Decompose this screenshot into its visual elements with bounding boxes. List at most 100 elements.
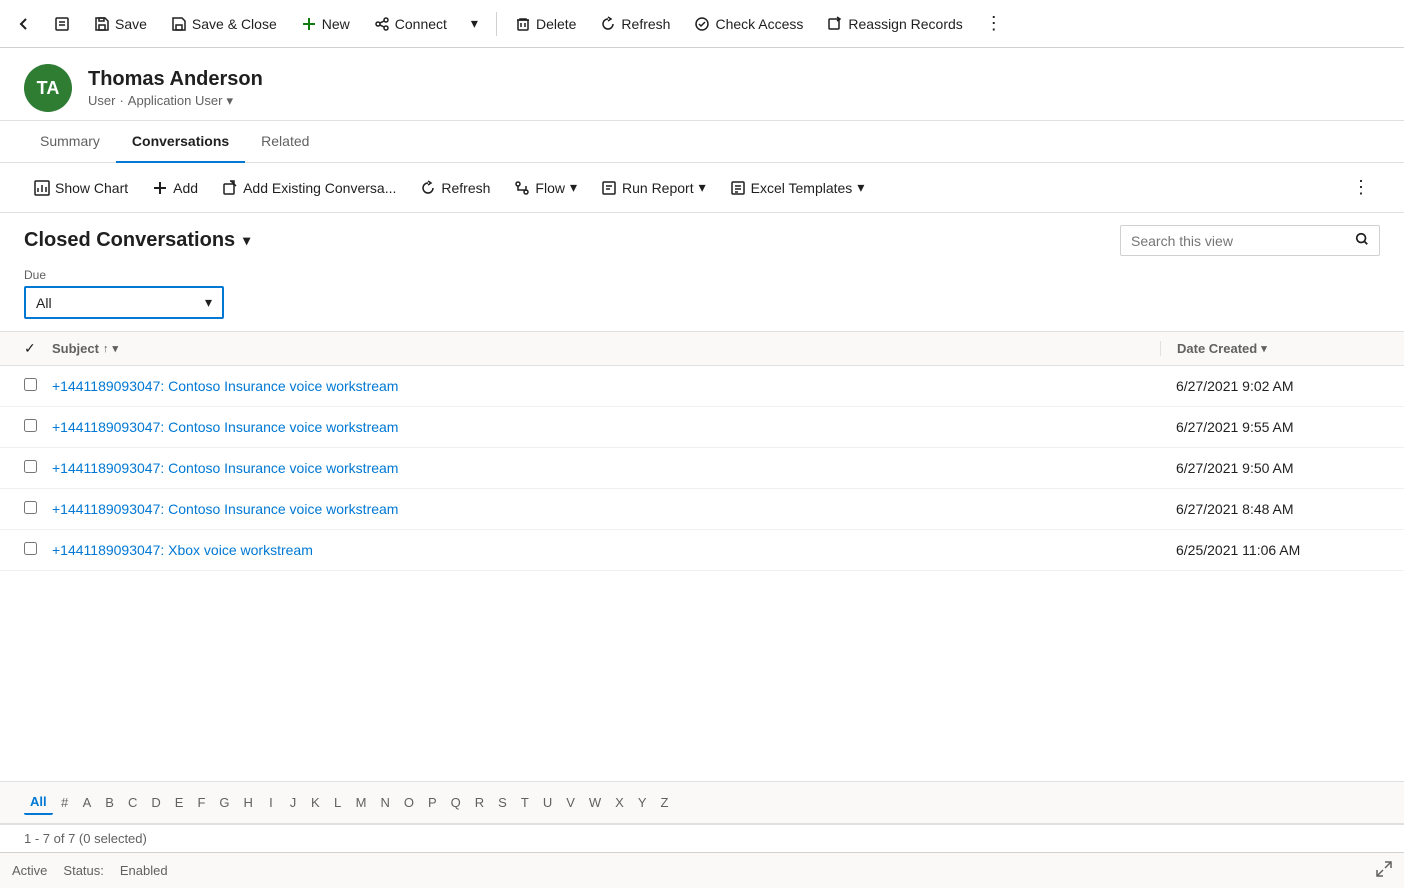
- alpha-item-b[interactable]: B: [99, 791, 120, 814]
- active-status: Active: [12, 863, 47, 878]
- tab-conversations[interactable]: Conversations: [116, 121, 245, 163]
- main-content: TA Thomas Anderson User · Application Us…: [0, 48, 1404, 888]
- add-existing-button[interactable]: Add Existing Conversa...: [212, 174, 406, 202]
- filter-label: Due: [24, 268, 1380, 282]
- form-icon-button[interactable]: [44, 10, 80, 38]
- delete-button[interactable]: Delete: [505, 10, 586, 38]
- alpha-item-x[interactable]: X: [609, 791, 630, 814]
- row-date-3: 6/27/2021 8:48 AM: [1160, 501, 1380, 517]
- search-input[interactable]: [1121, 227, 1345, 255]
- record-type: User: [88, 93, 115, 108]
- alpha-item-y[interactable]: Y: [632, 791, 653, 814]
- search-box: [1120, 225, 1380, 256]
- excel-templates-button[interactable]: Excel Templates ▾: [720, 173, 875, 202]
- row-checkbox-3[interactable]: [24, 501, 44, 517]
- row-checkbox-2[interactable]: [24, 460, 44, 476]
- check-access-button[interactable]: Check Access: [684, 10, 813, 38]
- new-button[interactable]: New: [291, 10, 360, 38]
- sub-more-button[interactable]: ⋮: [1342, 171, 1380, 204]
- sub-toolbar: Show Chart Add Add Existing Conversa... …: [0, 163, 1404, 213]
- alpha-item-r[interactable]: R: [469, 791, 490, 814]
- row-subject-3[interactable]: +1441189093047: Contoso Insurance voice …: [52, 501, 1152, 517]
- alpha-item-o[interactable]: O: [398, 791, 420, 814]
- save-close-button[interactable]: Save & Close: [161, 10, 287, 38]
- connect-button[interactable]: Connect: [364, 10, 457, 38]
- subject-sort-asc[interactable]: ↑: [103, 343, 109, 355]
- top-toolbar: Save Save & Close New Connect ▾: [0, 0, 1404, 48]
- col-date-header[interactable]: Date Created ▾: [1160, 341, 1380, 356]
- view-title-text: Closed Conversations: [24, 229, 235, 252]
- alpha-item-i[interactable]: I: [261, 791, 281, 814]
- subject-sort-desc[interactable]: ▾: [112, 342, 118, 355]
- alpha-item-a[interactable]: A: [77, 791, 98, 814]
- refresh-label: Refresh: [621, 16, 670, 32]
- sub-refresh-button[interactable]: Refresh: [410, 174, 500, 202]
- refresh-button[interactable]: Refresh: [590, 10, 680, 38]
- more-options-button[interactable]: ⋮: [977, 9, 1011, 38]
- reassign-records-button[interactable]: Reassign Records: [817, 10, 972, 38]
- alpha-item-j[interactable]: J: [283, 791, 303, 814]
- table-row: +1441189093047: Contoso Insurance voice …: [0, 407, 1404, 448]
- run-report-label: Run Report: [622, 180, 694, 196]
- view-title-container: Closed Conversations ▾: [24, 229, 250, 252]
- alpha-item-h[interactable]: H: [238, 791, 259, 814]
- alpha-item-z[interactable]: Z: [655, 791, 675, 814]
- record-subtype: Application User: [128, 93, 223, 108]
- flow-label: Flow: [535, 180, 565, 196]
- record-header: TA Thomas Anderson User · Application Us…: [0, 48, 1404, 121]
- add-existing-label: Add Existing Conversa...: [243, 180, 396, 196]
- row-checkbox-1[interactable]: [24, 419, 44, 435]
- dropdown-chevron: ▾: [471, 15, 478, 32]
- show-chart-button[interactable]: Show Chart: [24, 174, 138, 202]
- expand-icon[interactable]: [1376, 861, 1392, 877]
- add-label: Add: [173, 180, 198, 196]
- alpha-item-#[interactable]: #: [55, 791, 75, 814]
- alpha-item-w[interactable]: W: [583, 791, 607, 814]
- row-subject-1[interactable]: +1441189093047: Contoso Insurance voice …: [52, 419, 1152, 435]
- add-button[interactable]: Add: [142, 174, 208, 202]
- save-button[interactable]: Save: [84, 10, 157, 38]
- view-title-chevron[interactable]: ▾: [243, 232, 250, 249]
- alpha-item-f[interactable]: F: [191, 791, 211, 814]
- alpha-item-e[interactable]: E: [169, 791, 190, 814]
- tab-summary[interactable]: Summary: [24, 121, 116, 163]
- alpha-item-all[interactable]: All: [24, 790, 53, 815]
- excel-templates-label: Excel Templates: [751, 180, 853, 196]
- row-date-1: 6/27/2021 9:55 AM: [1160, 419, 1380, 435]
- table-header-check[interactable]: ✓: [24, 340, 44, 357]
- alpha-item-n[interactable]: N: [374, 791, 395, 814]
- alpha-item-d[interactable]: D: [145, 791, 166, 814]
- row-subject-2[interactable]: +1441189093047: Contoso Insurance voice …: [52, 460, 1152, 476]
- connect-dropdown-button[interactable]: ▾: [461, 9, 488, 38]
- alpha-item-c[interactable]: C: [122, 791, 143, 814]
- new-label: New: [322, 16, 350, 32]
- alpha-item-s[interactable]: S: [492, 791, 513, 814]
- filter-select[interactable]: All ▾: [24, 286, 224, 319]
- tab-related[interactable]: Related: [245, 121, 325, 163]
- row-subject-0[interactable]: +1441189093047: Contoso Insurance voice …: [52, 378, 1152, 394]
- search-button[interactable]: [1345, 226, 1379, 255]
- subtitle-chevron[interactable]: ▾: [226, 93, 233, 109]
- row-checkbox-4[interactable]: [24, 542, 44, 558]
- row-date-2: 6/27/2021 9:50 AM: [1160, 460, 1380, 476]
- alpha-item-g[interactable]: G: [213, 791, 235, 814]
- back-button[interactable]: [8, 10, 40, 38]
- alpha-item-u[interactable]: U: [537, 791, 558, 814]
- view-header: Closed Conversations ▾: [0, 213, 1404, 264]
- flow-button[interactable]: Flow ▾: [504, 173, 587, 202]
- save-close-label: Save & Close: [192, 16, 277, 32]
- alpha-item-q[interactable]: Q: [445, 791, 467, 814]
- run-report-chevron: ▾: [699, 179, 706, 196]
- alpha-item-t[interactable]: T: [515, 791, 535, 814]
- alpha-item-m[interactable]: M: [350, 791, 373, 814]
- alpha-item-p[interactable]: P: [422, 791, 443, 814]
- row-checkbox-0[interactable]: [24, 378, 44, 394]
- alpha-item-l[interactable]: L: [328, 791, 348, 814]
- col-subject-header[interactable]: Subject ↑ ▾: [52, 341, 1152, 356]
- run-report-button[interactable]: Run Report ▾: [591, 173, 716, 202]
- connect-label: Connect: [395, 16, 447, 32]
- date-sort-desc[interactable]: ▾: [1261, 342, 1267, 355]
- alpha-item-v[interactable]: V: [560, 791, 581, 814]
- alpha-item-k[interactable]: K: [305, 791, 326, 814]
- row-subject-4[interactable]: +1441189093047: Xbox voice workstream: [52, 542, 1152, 558]
